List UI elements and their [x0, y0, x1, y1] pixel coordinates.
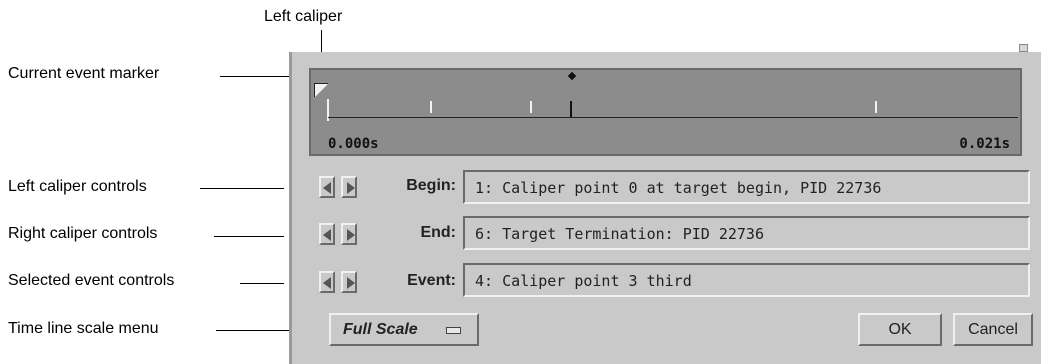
right-arrow-icon: [347, 277, 355, 289]
end-prev-button[interactable]: [319, 223, 335, 245]
event-prev-button[interactable]: [319, 271, 335, 293]
callout-leader-left-caliper-controls: [200, 188, 284, 189]
timeline-start-label: 0.000s: [328, 136, 379, 152]
event-tick: [875, 101, 877, 113]
option-menu-indicator-icon: [446, 327, 461, 334]
event-next-button[interactable]: [341, 271, 357, 293]
callout-current-event-marker: Current event marker: [8, 65, 160, 82]
end-label: End:: [420, 224, 456, 241]
callout-right-caliper-controls: Right caliper controls: [8, 225, 158, 242]
diamond-marker-icon: [567, 71, 577, 81]
end-next-button[interactable]: [341, 223, 357, 245]
callout-leader-right-caliper-controls: [214, 236, 284, 237]
callout-leader-selected-event-controls: [240, 283, 284, 284]
event-tick: [430, 101, 432, 113]
right-arrow-icon: [347, 229, 355, 241]
begin-prev-button[interactable]: [319, 176, 335, 198]
event-tick: [530, 101, 532, 113]
window-corner-icon: [1019, 44, 1028, 52]
cancel-button[interactable]: Cancel: [953, 313, 1033, 346]
callout-selected-event-controls: Selected event controls: [8, 272, 175, 289]
event-field[interactable]: 4: Caliper point 3 third: [463, 263, 1030, 297]
begin-label: Begin:: [406, 177, 456, 194]
begin-field[interactable]: 1: Caliper point 0 at target begin, PID …: [463, 170, 1030, 204]
timeline-end-label: 0.021s: [959, 136, 1010, 152]
right-arrow-icon: [347, 182, 355, 194]
callout-left-caliper-controls: Left caliper controls: [8, 178, 147, 195]
left-arrow-icon: [323, 277, 331, 289]
callout-left-caliper: Left caliper: [264, 8, 343, 25]
time-scale-menu[interactable]: Full Scale: [329, 313, 479, 346]
caliper-marker-outline: [314, 83, 328, 97]
left-arrow-icon: [323, 182, 331, 194]
current-event-tick: [570, 101, 572, 117]
timeline-view[interactable]: 0.000s 0.021s: [309, 68, 1022, 156]
begin-next-button[interactable]: [341, 176, 357, 198]
callout-time-line-scale-menu: Time line scale menu: [8, 320, 159, 337]
event-label: Event:: [407, 272, 456, 289]
left-arrow-icon: [323, 229, 331, 241]
ok-button[interactable]: OK: [858, 313, 942, 346]
end-field[interactable]: 6: Target Termination: PID 22736: [463, 216, 1030, 250]
timeline-axis: [328, 117, 1018, 118]
time-scale-menu-label: Full Scale: [343, 321, 418, 338]
